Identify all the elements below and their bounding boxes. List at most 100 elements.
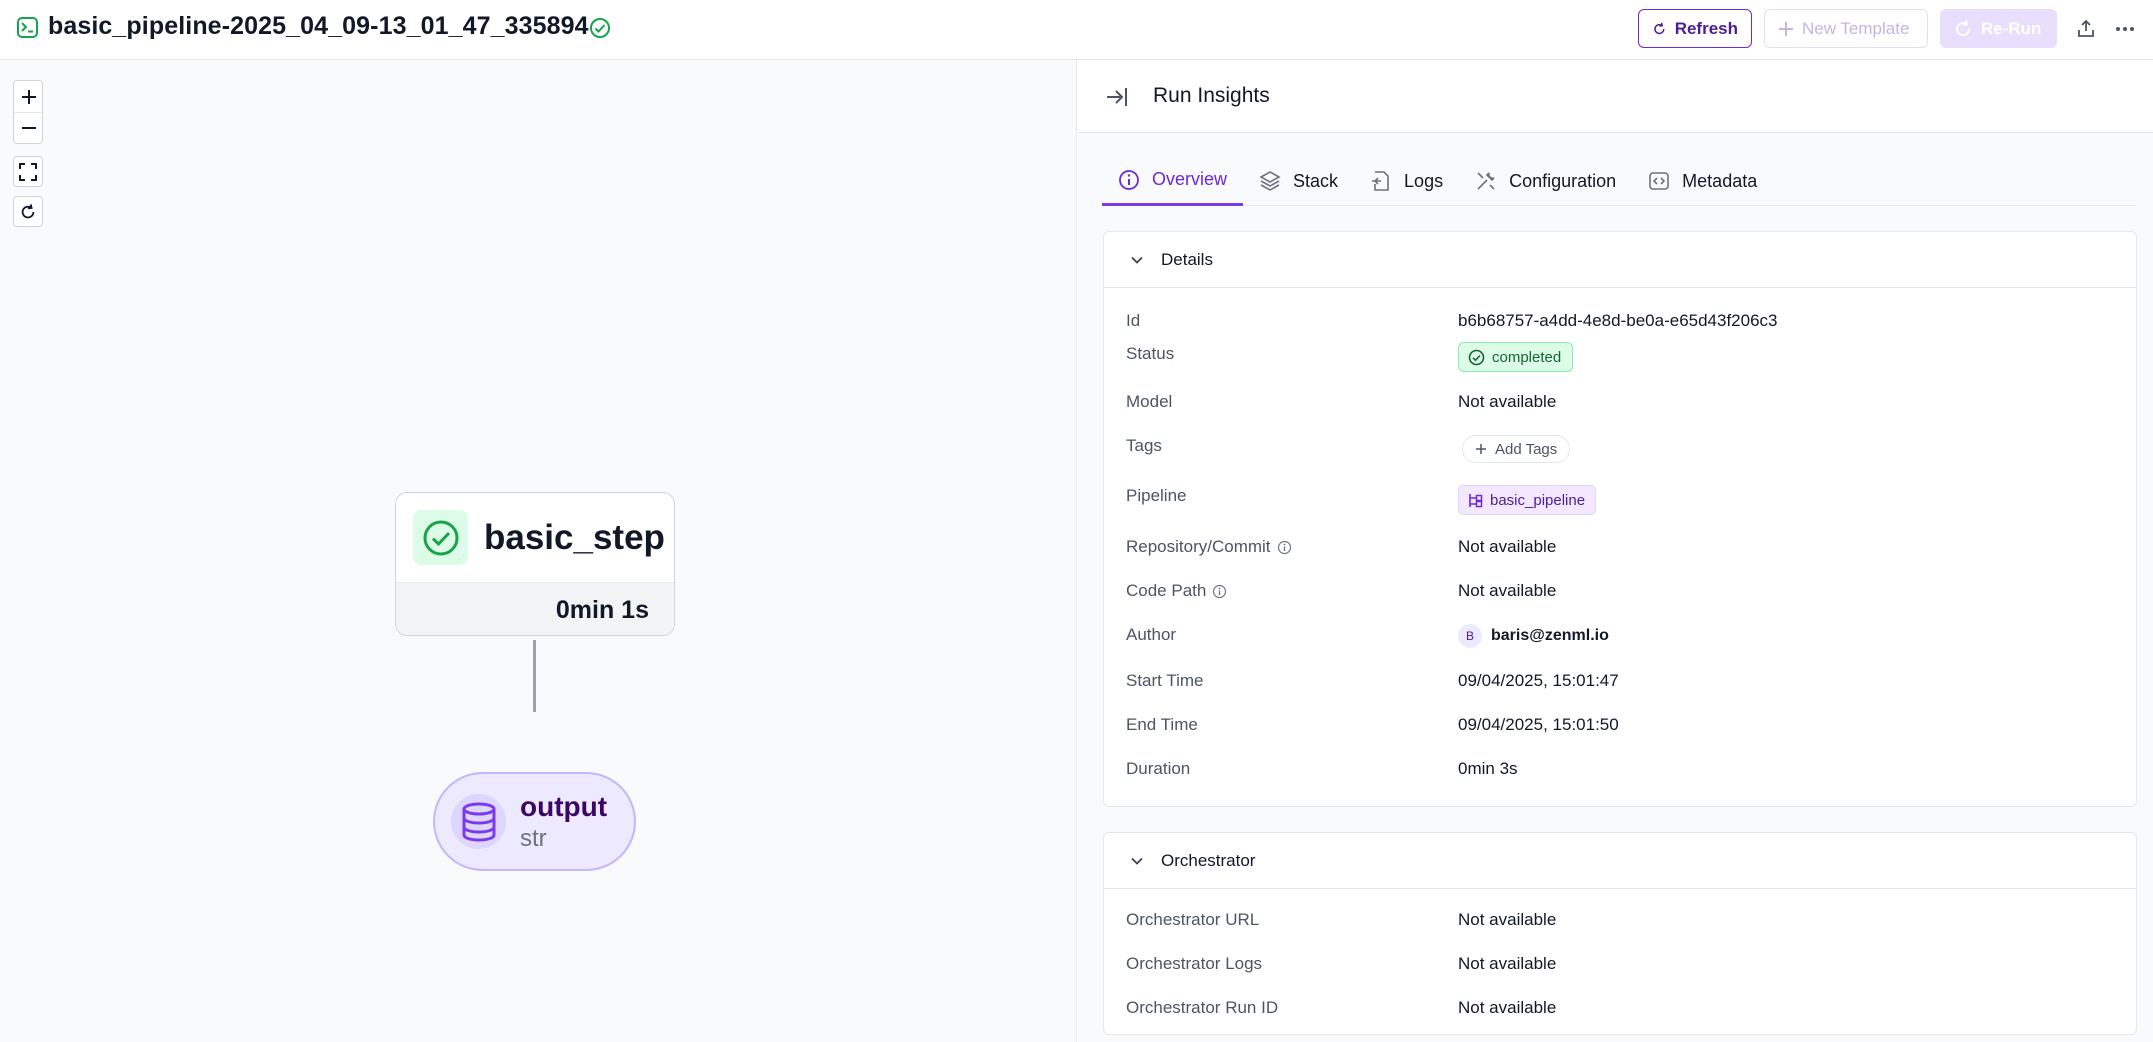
detail-row-id: Id b6b68757-a4dd-4e8d-be0a-e65d43f206c3 (1104, 307, 2138, 335)
check-circle-icon (1468, 349, 1485, 365)
share-icon (2078, 19, 2094, 37)
detail-value: completed (1458, 342, 1574, 372)
tab-metadata[interactable]: Metadata (1632, 156, 1773, 206)
detail-row-status: Status completed (1104, 340, 2138, 372)
info-icon[interactable] (1212, 584, 1227, 599)
details-card-header[interactable]: Details (1104, 232, 2136, 288)
tab-overview[interactable]: Overview (1102, 156, 1244, 206)
info-icon (1119, 169, 1139, 190)
step-node-header: basic_step (396, 493, 674, 583)
tab-stack[interactable]: Stack (1243, 156, 1354, 206)
zoom-controls (13, 80, 44, 144)
status-badge: completed (1458, 342, 1574, 372)
detail-key: Orchestrator URL (1126, 910, 1260, 929)
detail-value: Not available (1458, 998, 1557, 1017)
chevron-down-icon (1131, 857, 1143, 865)
share-button[interactable] (2072, 15, 2100, 43)
plus-icon (1476, 444, 1486, 454)
orchestrator-title: Orchestrator (1161, 850, 1256, 870)
artifact-type: str (520, 824, 547, 852)
tab-label: Stack (1293, 170, 1339, 191)
fit-view-button[interactable] (13, 156, 43, 187)
run-insights-panel: Run Insights Overview Stack Logs Configu… (1078, 60, 2153, 1042)
add-tags-label: Add Tags (1495, 440, 1558, 458)
refresh-icon (21, 203, 35, 218)
detail-key: Orchestrator Logs (1126, 954, 1263, 973)
detail-key: Duration (1126, 759, 1191, 778)
new-template-label: New Template (1802, 18, 1910, 38)
detail-key: Pipeline (1126, 486, 1187, 505)
detail-value: Not available (1458, 910, 1557, 929)
rerun-label: Re-Run (1981, 18, 2042, 38)
tab-label: Metadata (1682, 170, 1758, 191)
detail-key: End Time (1126, 715, 1198, 734)
step-node[interactable]: basic_step 0min 1s (395, 492, 675, 636)
arrow-right-to-line-icon (1107, 88, 1127, 106)
minus-icon (22, 127, 36, 129)
chevron-down-icon (1131, 256, 1143, 264)
status-check-icon (590, 18, 610, 38)
detail-value: 0min 3s (1458, 759, 1518, 778)
detail-key: Repository/Commit (1126, 537, 1292, 557)
detail-row-end-time: End Time 09/04/2025, 15:01:50 (1104, 711, 2138, 739)
zoom-out-button[interactable] (14, 112, 44, 143)
detail-row-duration: Duration 0min 3s (1104, 755, 2138, 783)
more-options-button[interactable] (2111, 15, 2139, 43)
refresh-button[interactable]: Refresh (1638, 9, 1752, 48)
detail-value: 09/04/2025, 15:01:47 (1458, 671, 1619, 690)
detail-key: Status (1126, 344, 1175, 363)
info-icon[interactable] (1277, 540, 1292, 555)
panel-title: Run Insights (1153, 84, 1270, 107)
detail-key-label: Code Path (1126, 581, 1207, 600)
details-title: Details (1161, 249, 1213, 269)
terminal-icon (17, 17, 38, 38)
orchestrator-row-run-id: Orchestrator Run ID Not available (1104, 994, 2138, 1022)
tools-icon (1477, 172, 1495, 190)
detail-key: Model (1126, 392, 1173, 411)
detail-row-start-time: Start Time 09/04/2025, 15:01:47 (1104, 667, 2138, 695)
pipeline-icon (1469, 493, 1483, 507)
plus-icon (1779, 21, 1793, 36)
artifact-node[interactable]: output str (433, 772, 636, 871)
detail-key: Tags (1126, 436, 1162, 455)
refresh-icon (1654, 22, 1665, 34)
rerun-icon (1956, 19, 1971, 36)
detail-value: Not available (1458, 581, 1557, 600)
reset-layout-button[interactable] (13, 196, 43, 227)
zoom-in-button[interactable] (14, 81, 44, 112)
detail-value: 09/04/2025, 15:01:50 (1458, 715, 1619, 734)
details-card: Details Id b6b68757-a4dd-4e8d-be0a-e65d4… (1103, 231, 2137, 807)
more-horizontal-icon (2116, 27, 2134, 31)
detail-row-tags: Tags Add Tags (1104, 432, 2138, 463)
dag-canvas[interactable]: basic_step 0min 1s output str (0, 60, 1077, 1042)
detail-key: Start Time (1126, 671, 1204, 690)
detail-row-author: Author B baris@zenml.io (1104, 621, 2138, 649)
tab-logs[interactable]: Logs (1354, 156, 1459, 206)
new-template-button[interactable]: New Template (1764, 9, 1928, 48)
orchestrator-row-logs: Orchestrator Logs Not available (1104, 950, 2138, 978)
tab-label: Logs (1404, 170, 1444, 191)
orchestrator-row-url: Orchestrator URL Not available (1104, 906, 2138, 934)
detail-key: Author (1126, 625, 1177, 644)
author-email: baris@zenml.io (1491, 627, 1609, 644)
detail-value: B baris@zenml.io (1458, 624, 1609, 648)
detail-row-repository: Repository/Commit Not available (1104, 533, 2138, 561)
detail-value: b6b68757-a4dd-4e8d-be0a-e65d43f206c3 (1458, 311, 1778, 330)
detail-key: Orchestrator Run ID (1126, 998, 1279, 1017)
detail-key-label: Repository/Commit (1126, 537, 1271, 556)
artifact-text: output str (520, 790, 607, 854)
step-status-icon (413, 510, 468, 565)
pipeline-badge[interactable]: basic_pipeline (1458, 485, 1597, 515)
panel-header: Run Insights (1078, 60, 2153, 133)
top-bar: basic_pipeline-2025_04_09-13_01_47_33589… (0, 0, 2153, 60)
status-text: completed (1492, 348, 1562, 366)
rerun-button[interactable]: Re-Run (1940, 9, 2057, 48)
collapse-panel-button[interactable] (1104, 84, 1130, 110)
orchestrator-card-header[interactable]: Orchestrator (1104, 833, 2136, 889)
detail-key: Id (1126, 311, 1141, 330)
detail-key: Code Path (1126, 581, 1227, 601)
detail-value: Add Tags (1458, 435, 1571, 463)
refresh-label: Refresh (1674, 18, 1738, 38)
tab-configuration[interactable]: Configuration (1459, 156, 1632, 206)
add-tags-button[interactable]: Add Tags (1462, 435, 1571, 463)
